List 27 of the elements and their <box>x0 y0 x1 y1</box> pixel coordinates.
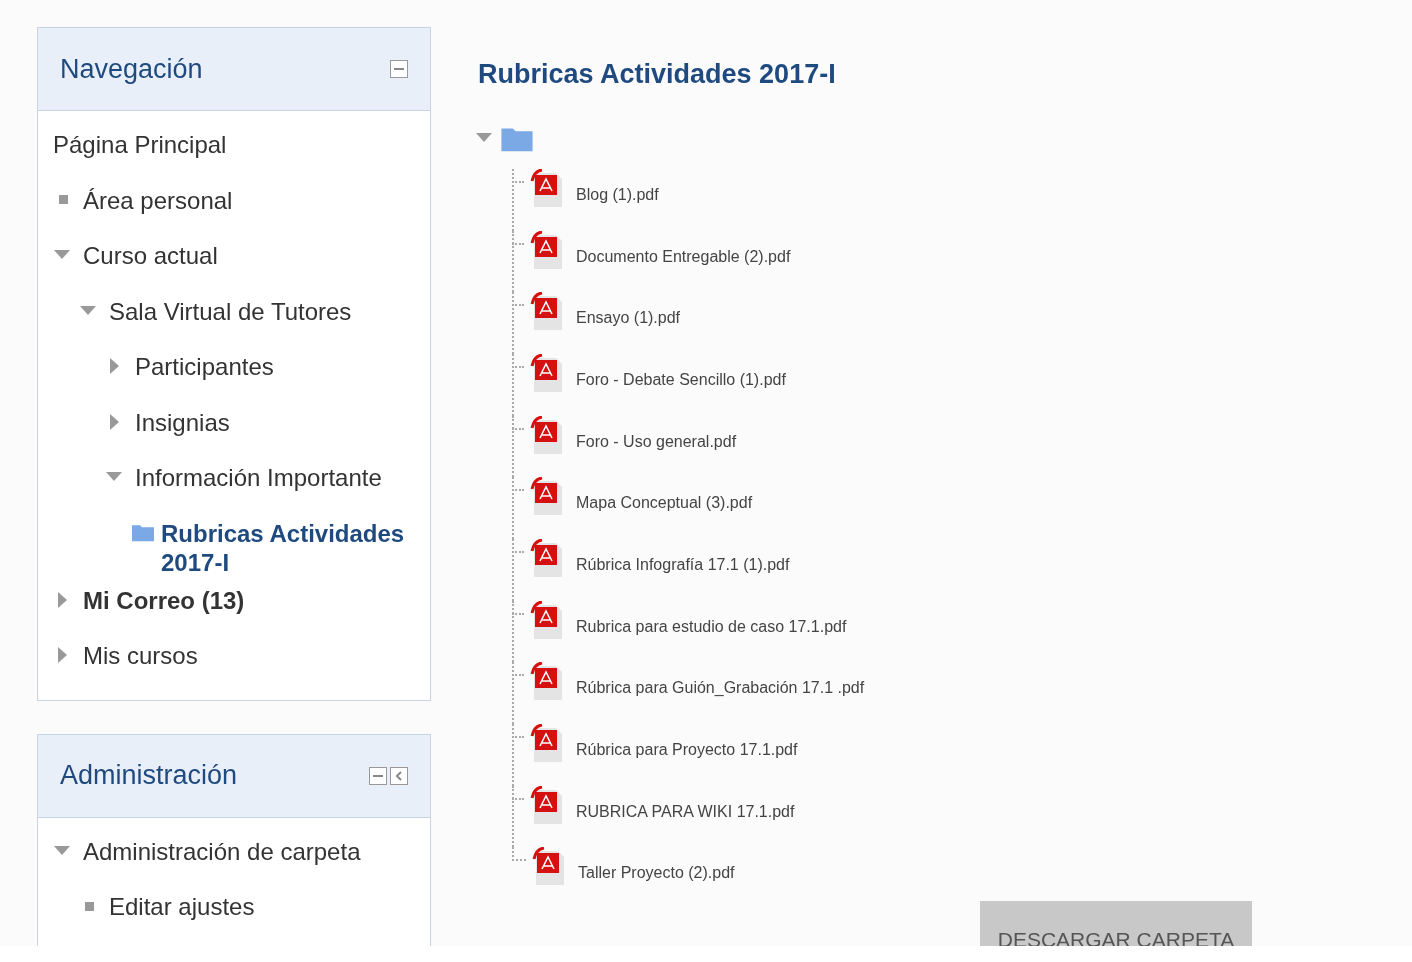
nav-item[interactable]: Editar ajustes <box>109 892 410 921</box>
nav-item[interactable]: Insignias <box>135 407 410 437</box>
file-link[interactable]: Mapa Conceptual (3).pdf <box>576 494 753 513</box>
nav-item[interactable]: Mis cursos <box>83 641 410 670</box>
nav-item[interactable]: Rubricas Actividades 2017-I <box>161 518 410 577</box>
nav-item[interactable]: Sala Virtual de Tutores <box>109 296 410 326</box>
file-link[interactable]: Foro - Uso general.pdf <box>576 432 737 451</box>
file-link[interactable]: Rúbrica para Guión_Grabación 17.1 .pdf <box>576 679 865 698</box>
block-title: Navegación <box>60 53 203 85</box>
file-link[interactable]: Rubrica para estudio de caso 17.1.pdf <box>576 617 847 636</box>
nav-item[interactable]: Participantes <box>135 352 410 381</box>
nav-item[interactable]: Administración de carpeta <box>83 836 410 866</box>
file-link[interactable]: Taller Proyecto (2).pdf <box>578 864 735 883</box>
nav-item[interactable]: Curso actual <box>83 241 410 270</box>
nav-item[interactable]: Mi Correo (13) <box>83 585 410 615</box>
page-title: Rubricas Actividades 2017-I <box>478 59 837 90</box>
file-link[interactable]: Ensayo (1).pdf <box>576 309 681 328</box>
nav-item[interactable]: Área personal <box>83 185 410 215</box>
file-link[interactable]: Foro - Debate Sencillo (1).pdf <box>576 370 786 389</box>
file-link[interactable]: Blog (1).pdf <box>576 185 659 204</box>
nav-item[interactable]: Página Principal <box>53 130 410 159</box>
file-link[interactable]: RUBRICA PARA WIKI 17.1.pdf <box>576 802 795 821</box>
nav-item[interactable]: Información Importante <box>135 463 410 492</box>
file-link[interactable]: Rúbrica Infografía 17.1 (1).pdf <box>576 556 790 574</box>
block-title: Administración <box>60 760 238 791</box>
file-link[interactable]: Rúbrica para Proyecto 17.1.pdf <box>576 741 798 760</box>
file-link[interactable]: Documento Entregable (2).pdf <box>576 247 791 266</box>
